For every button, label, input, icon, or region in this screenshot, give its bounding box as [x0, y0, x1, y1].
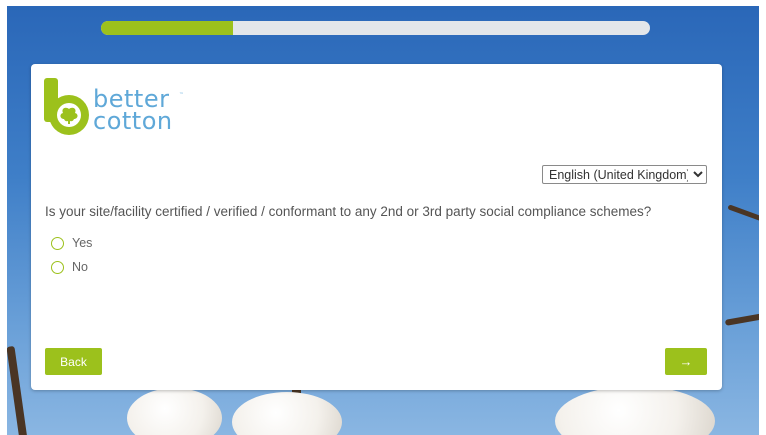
radio-no[interactable] — [51, 260, 64, 274]
survey-card: better cotton ™ English (United Kingdom)… — [31, 64, 722, 390]
back-button[interactable]: Back — [45, 348, 102, 375]
radio-yes[interactable] — [51, 236, 64, 250]
question-text: Is your site/facility certified / verifi… — [45, 204, 652, 219]
answer-label-yes: Yes — [72, 236, 93, 250]
language-select[interactable]: English (United Kingdom) — [542, 165, 707, 184]
progress-bar — [101, 21, 650, 35]
better-cotton-logo: better cotton ™ — [44, 76, 194, 140]
answer-option-no[interactable]: No — [51, 260, 88, 274]
answer-label-no: No — [72, 260, 88, 274]
progress-fill — [101, 21, 233, 35]
better-cotton-logo-icon — [44, 78, 89, 135]
logo-trademark: ™ — [179, 92, 185, 98]
answer-option-yes[interactable]: Yes — [51, 236, 92, 250]
logo-wordmark: better cotton ™ — [93, 87, 184, 135]
next-button[interactable]: → — [665, 348, 707, 375]
logo-line-2: cotton — [93, 107, 173, 135]
